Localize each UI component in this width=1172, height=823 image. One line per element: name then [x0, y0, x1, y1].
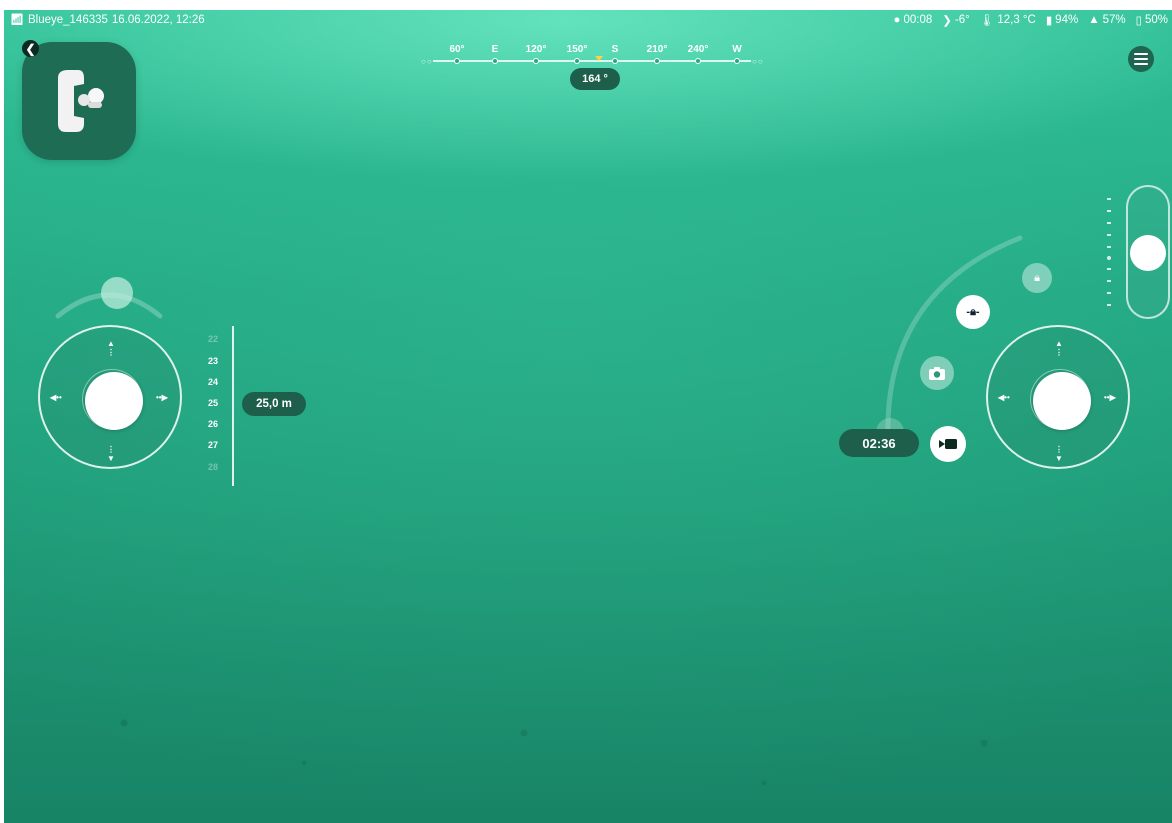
slider-tick	[1107, 304, 1111, 306]
camera-button[interactable]	[920, 356, 954, 390]
tilt: ❯ -6°	[942, 13, 969, 27]
slider-tick	[1107, 292, 1111, 294]
tablet-battery: ▯ 50%	[1136, 13, 1168, 27]
wifi-icon: 📶︎	[10, 14, 24, 26]
compass-heading-bar: 60° E 120° 150° S 210° 240° W ○○ ○○ 164 …	[419, 44, 764, 104]
datetime: 16.06.2022, 12:26	[111, 13, 205, 26]
tablet-battery-value: 50%	[1144, 14, 1168, 26]
slider-thumb[interactable]	[1130, 235, 1166, 271]
remote-battery: ▲ 57%	[1088, 14, 1125, 26]
chevron-left-icon: ❮	[25, 41, 36, 56]
tilt-value: -6°	[954, 14, 970, 26]
compass-label: W	[732, 44, 742, 55]
compass-labels: 60° E 120° 150° S 210° 240° W	[419, 44, 764, 58]
slider-scale	[1107, 198, 1115, 308]
compass-tick	[454, 58, 460, 64]
compass-tick	[654, 58, 660, 64]
depth-scale: 22 23 24 25 26 27 28	[206, 326, 238, 486]
recording-timer: 02:36	[839, 429, 919, 457]
compass-tick	[533, 58, 539, 64]
drone-battery-icon: ▮	[1045, 15, 1053, 27]
connection-info: 📶︎ Blueye_146335 16.06.2022, 12:26	[10, 13, 205, 27]
record-button[interactable]	[930, 426, 966, 462]
slider-tick	[1107, 280, 1111, 282]
compass-dots-left: ○○	[421, 57, 433, 66]
depth-line	[232, 326, 234, 486]
compass-label: 60°	[449, 44, 465, 55]
tilt-icon: ❯	[942, 15, 952, 27]
menu-button[interactable]	[1128, 46, 1154, 72]
hamburger-menu-icon	[1134, 53, 1148, 65]
compass-dots-right: ○○	[752, 57, 764, 66]
back-button[interactable]: ❮	[22, 40, 39, 57]
depth-tick-label: 27	[208, 440, 219, 450]
arrow-down-icon: ⋮ ▼	[1055, 445, 1063, 463]
depth-tick-label: 23	[208, 356, 219, 366]
compass-label: 240°	[687, 44, 709, 55]
heading-marker-icon	[595, 56, 603, 61]
arrow-right-icon: ••▶	[1104, 393, 1116, 402]
slider-tick	[1107, 246, 1111, 248]
camera-feed: 📶︎ Blueye_146335 16.06.2022, 12:26 ● 00:…	[4, 10, 1172, 823]
depth-tick-label: 25	[208, 398, 219, 408]
compass-tick	[734, 58, 740, 64]
clock-icon: ●	[893, 14, 901, 26]
vertical-lock-button[interactable]: 🔒︎	[1022, 263, 1052, 293]
status-bar: 📶︎ Blueye_146335 16.06.2022, 12:26 ● 00:…	[4, 10, 1172, 32]
slider-tick	[1107, 234, 1111, 236]
depth-tick-label: 22	[208, 334, 219, 344]
lock-icon: -🔒︎-	[966, 305, 980, 318]
device-name: Blueye_146335	[27, 13, 108, 26]
tablet-battery-icon: ▯	[1135, 15, 1142, 27]
heading-badge: 164 °	[570, 68, 620, 90]
joystick-knob[interactable]	[1033, 372, 1091, 430]
depth-tick-label: 26	[208, 419, 219, 429]
dive-time: ● 00:08	[894, 14, 933, 26]
slider-tick	[1107, 222, 1111, 224]
slider-tick-current	[1107, 256, 1111, 260]
telemetry: ● 00:08 ❯ -6° ‍🌡︎ 12,3 °C ▮ 94% ▲ 57% ▯ …	[894, 13, 1168, 27]
right-joystick[interactable]: ▲ ⋮ ⋮ ▼ ◀•• ••▶	[986, 325, 1130, 469]
thermometer-icon: ‍🌡︎	[979, 15, 995, 27]
compass-tick	[612, 58, 618, 64]
compass-label: 120°	[525, 44, 547, 55]
dive-time-value: 00:08	[903, 14, 933, 26]
compass-label: 150°	[566, 44, 588, 55]
slider-tick	[1107, 198, 1111, 200]
video-camera-icon	[939, 439, 957, 449]
drone-battery: ▮ 94%	[1046, 13, 1078, 27]
arrow-left-icon: ◀••	[998, 393, 1010, 402]
brightness-slider[interactable]	[1126, 185, 1170, 319]
heading-lock-button[interactable]: -🔒︎-	[956, 295, 990, 329]
joystick-knob[interactable]	[85, 372, 143, 430]
water-temp-value: 12,3 °C	[997, 14, 1036, 26]
arrow-up-icon: ▲ ⋮	[107, 339, 115, 357]
lock-icon: 🔒︎	[1034, 271, 1040, 284]
arrow-right-icon: ••▶	[156, 393, 168, 402]
compass-tick	[492, 58, 498, 64]
compass-tick	[695, 58, 701, 64]
compass-track	[433, 58, 751, 64]
arrow-down-icon: ⋮ ▼	[107, 445, 115, 463]
compass-label: S	[611, 44, 619, 55]
remote-battery-value: 57%	[1102, 14, 1126, 26]
depth-tick-label: 28	[208, 462, 219, 472]
slider-tick	[1107, 268, 1111, 270]
arrow-left-icon: ◀••	[50, 393, 62, 402]
drone-status-card[interactable]	[22, 42, 136, 160]
depth-badge: 25,0 m	[242, 392, 306, 416]
depth-tick-label: 24	[208, 377, 219, 387]
light-level-knob[interactable]	[101, 277, 133, 309]
drone-battery-value: 94%	[1055, 14, 1079, 26]
slider-tick	[1107, 210, 1111, 212]
camera-icon	[929, 366, 945, 380]
arrow-up-icon: ▲ ⋮	[1055, 339, 1063, 357]
compass-label: 210°	[646, 44, 668, 55]
left-joystick[interactable]: ▲ ⋮ ⋮ ▼ ◀•• ••▶	[38, 325, 182, 469]
compass-tick	[574, 58, 580, 64]
water-temp: ‍🌡︎ 12,3 °C	[980, 13, 1036, 27]
remote-battery-icon: ▲	[1088, 14, 1100, 26]
drone-icon	[58, 70, 104, 132]
compass-label: E	[491, 44, 499, 55]
